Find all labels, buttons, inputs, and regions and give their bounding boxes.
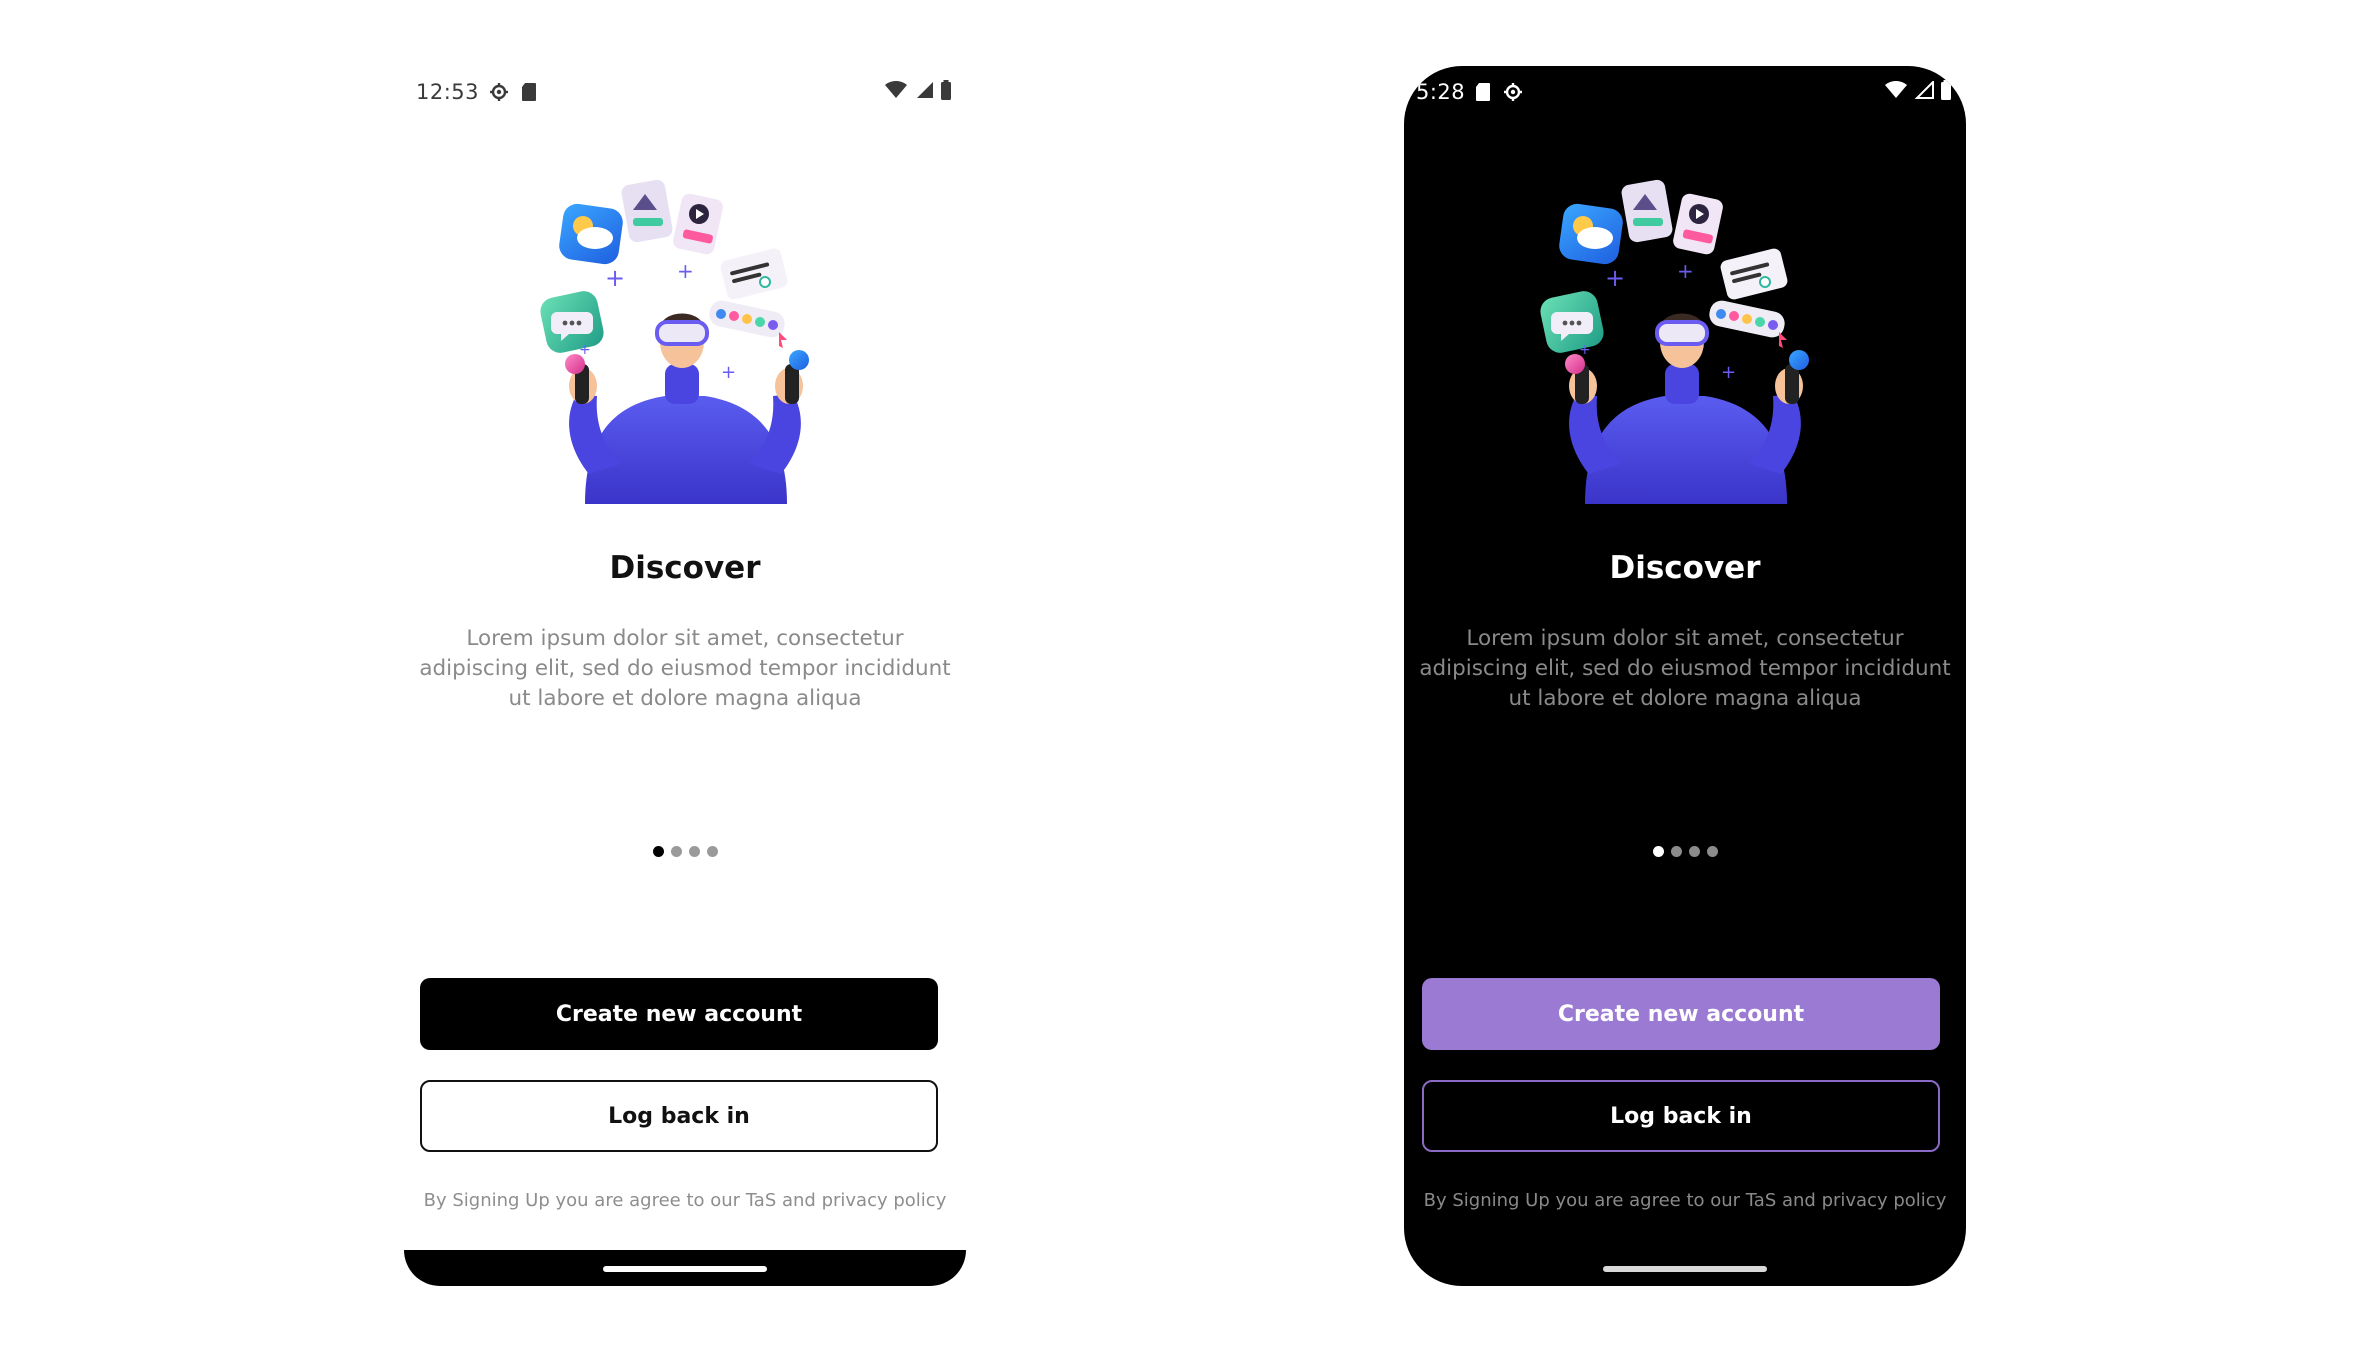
terms-text: By Signing Up you are agree to our TaS a… <box>1423 1190 1947 1211</box>
svg-text:+: + <box>1721 362 1736 383</box>
vr-hero-illustration: + + + + <box>525 174 845 504</box>
page-title: Discover <box>1609 550 1761 586</box>
battery-icon <box>940 79 952 105</box>
pagination-dot[interactable] <box>706 846 718 857</box>
settings-gear-icon <box>489 82 509 102</box>
pagination-dot-active[interactable] <box>1652 846 1664 857</box>
svg-text:+: + <box>1605 264 1625 292</box>
pagination-dot-active[interactable] <box>652 846 664 857</box>
pagination-dot[interactable] <box>1670 846 1682 857</box>
vr-hero-illustration: + + + + <box>1525 174 1845 504</box>
pagination-dot[interactable] <box>688 846 700 857</box>
svg-text:+: + <box>1677 259 1694 283</box>
wifi-icon <box>1884 80 1908 104</box>
pagination-dots <box>404 846 966 857</box>
status-bar: 5:28 <box>1416 74 1952 110</box>
settings-gear-icon <box>1503 82 1523 102</box>
wifi-icon <box>884 80 908 104</box>
log-in-button[interactable]: Log back in <box>420 1080 938 1152</box>
pagination-dot[interactable] <box>1688 846 1700 857</box>
status-time: 5:28 <box>1416 80 1466 104</box>
sd-card-icon <box>1475 82 1491 102</box>
log-in-button[interactable]: Log back in <box>1422 1080 1940 1152</box>
create-account-button[interactable]: Create new account <box>420 978 938 1050</box>
svg-text:+: + <box>605 264 625 292</box>
pagination-dot[interactable] <box>670 846 682 857</box>
terms-text: By Signing Up you are agree to our TaS a… <box>423 1190 947 1211</box>
status-bar: 12:53 <box>416 74 952 110</box>
pagination-dots <box>1404 846 1966 857</box>
status-time: 12:53 <box>416 80 480 104</box>
onboarding-screen-light: 12:53 + + + + Discover Lorem ipsum dolor… <box>404 66 966 1286</box>
home-indicator[interactable] <box>1603 1266 1767 1272</box>
create-account-button[interactable]: Create new account <box>1422 978 1940 1050</box>
cellular-signal-icon <box>1914 79 1934 104</box>
battery-icon <box>1940 79 1952 105</box>
sd-card-icon <box>521 82 537 102</box>
onboarding-screen-dark: 5:28 + + + + Discover Lorem ipsum dolor … <box>1404 66 1966 1286</box>
svg-text:+: + <box>1579 342 1591 358</box>
cellular-signal-icon <box>914 80 934 104</box>
description-text: Lorem ipsum dolor sit amet, consectetur … <box>1419 626 1951 711</box>
svg-text:+: + <box>721 362 736 383</box>
svg-text:+: + <box>677 259 694 283</box>
home-indicator[interactable] <box>603 1266 767 1272</box>
pagination-dot[interactable] <box>1706 846 1718 857</box>
navigation-bar <box>404 1250 966 1286</box>
description-text: Lorem ipsum dolor sit amet, consectetur … <box>419 626 951 711</box>
page-title: Discover <box>609 550 761 586</box>
svg-text:+: + <box>579 342 591 358</box>
